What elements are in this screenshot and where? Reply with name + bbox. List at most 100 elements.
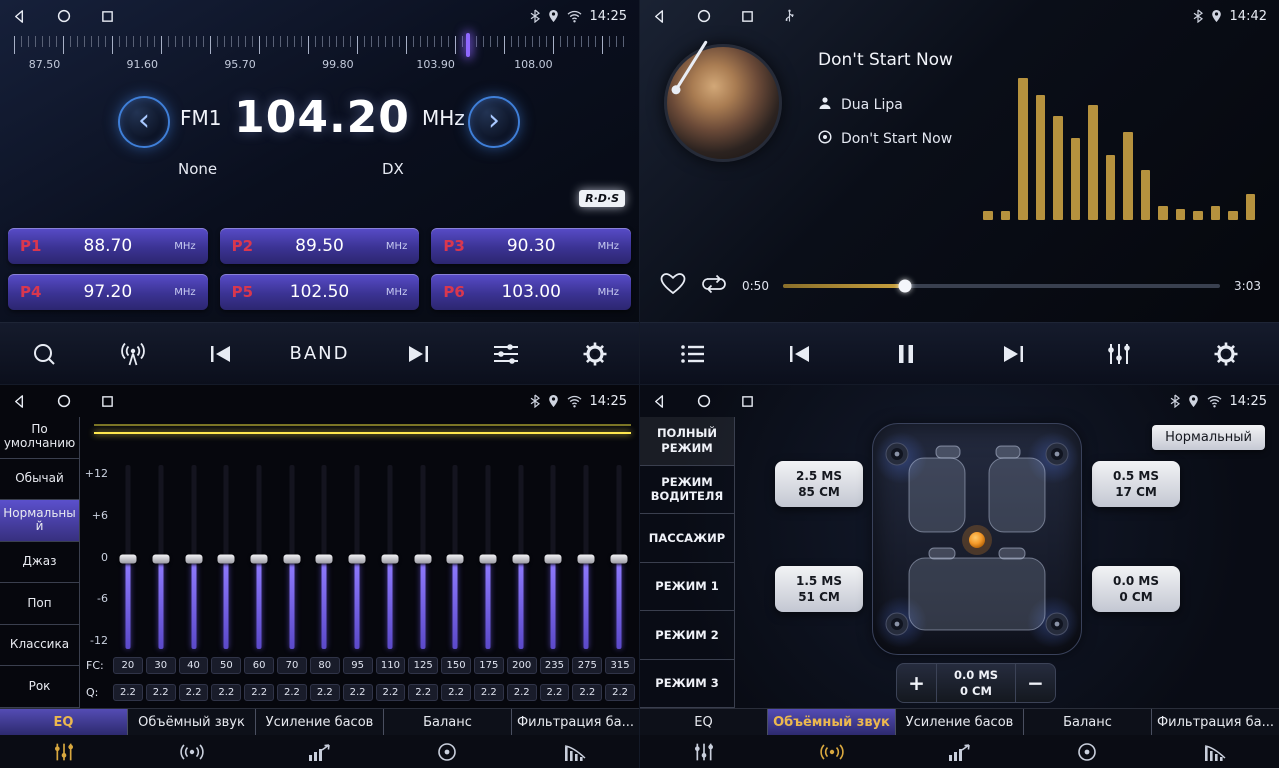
eq-tab-icon[interactable]	[0, 735, 128, 768]
delay-rear-left[interactable]: 1.5 MS 51 CM	[775, 566, 863, 612]
delay-plus-button[interactable]: +	[897, 664, 937, 702]
slider-thumb[interactable]	[316, 554, 333, 563]
eq-preset-pop[interactable]: Поп	[0, 583, 79, 625]
slider-thumb[interactable]	[414, 554, 431, 563]
recents-button[interactable]	[101, 10, 114, 23]
preset-button-p1[interactable]: P1 88.70 MHz	[8, 228, 208, 264]
equalizer-button[interactable]	[1099, 342, 1139, 366]
tab-surround[interactable]: Объёмный звук	[128, 709, 256, 735]
profile-button[interactable]: Нормальный	[1152, 425, 1265, 450]
pause-button[interactable]	[886, 343, 926, 365]
eq-band-slider[interactable]	[243, 465, 276, 649]
tune-down-button[interactable]: ‹	[118, 96, 170, 148]
frequency-ruler[interactable]: 87.50 91.60 95.70 99.80 103.90 108.00	[14, 36, 625, 76]
tab-bass-boost[interactable]: Усиление басов	[896, 709, 1024, 735]
slider-thumb[interactable]	[577, 554, 594, 563]
mode-driver[interactable]: РЕЖИМ ВОДИТЕЛЯ	[640, 466, 734, 515]
next-track-button[interactable]	[993, 343, 1033, 365]
album-art[interactable]	[664, 44, 782, 162]
delay-front-left[interactable]: 2.5 MS 85 CM	[775, 461, 863, 507]
slider-thumb[interactable]	[349, 554, 366, 563]
preset-button-p4[interactable]: P4 97.20 MHz	[8, 274, 208, 310]
audio-settings-button[interactable]	[486, 342, 526, 366]
filter-tab-icon[interactable]	[511, 735, 639, 768]
balance-tab-icon[interactable]	[383, 735, 511, 768]
tab-eq[interactable]: EQ	[640, 709, 768, 735]
home-button[interactable]	[697, 9, 711, 23]
favorite-button[interactable]	[660, 272, 686, 300]
slider-thumb[interactable]	[251, 554, 268, 563]
eq-band-slider[interactable]	[374, 465, 407, 649]
slider-thumb[interactable]	[120, 554, 137, 563]
eq-band-slider[interactable]	[439, 465, 472, 649]
playlist-button[interactable]	[673, 343, 713, 365]
slider-thumb[interactable]	[447, 554, 464, 563]
slider-thumb[interactable]	[610, 554, 627, 563]
eq-preset-classic[interactable]: Классика	[0, 625, 79, 667]
eq-band-slider[interactable]	[275, 465, 308, 649]
eq-tab-icon[interactable]	[640, 735, 768, 768]
home-button[interactable]	[57, 9, 71, 23]
delay-front-right[interactable]: 0.5 MS 17 CM	[1092, 461, 1180, 507]
bass-boost-tab-icon[interactable]	[896, 735, 1024, 768]
broadcast-antenna-button[interactable]	[113, 341, 153, 367]
eq-band-slider[interactable]	[145, 465, 178, 649]
eq-preset-rock[interactable]: Рок	[0, 666, 79, 708]
mode-passenger[interactable]: ПАССАЖИР	[640, 514, 734, 563]
delay-rear-right[interactable]: 0.0 MS 0 CM	[1092, 566, 1180, 612]
eq-band-slider[interactable]	[177, 465, 210, 649]
filter-tab-icon[interactable]	[1151, 735, 1279, 768]
slider-thumb[interactable]	[545, 554, 562, 563]
eq-preset-custom[interactable]: Обычай	[0, 459, 79, 501]
back-button[interactable]	[652, 9, 667, 24]
surround-tab-icon[interactable]	[768, 735, 896, 768]
tune-up-button[interactable]: ›	[468, 96, 520, 148]
delay-minus-button[interactable]: −	[1015, 664, 1055, 702]
slider-thumb[interactable]	[218, 554, 235, 563]
preset-button-p5[interactable]: P5 102.50 MHz	[220, 274, 420, 310]
eq-band-slider[interactable]	[308, 465, 341, 649]
eq-preset-normal[interactable]: Нормальный	[0, 500, 79, 542]
eq-preset-jazz[interactable]: Джаз	[0, 542, 79, 584]
eq-band-slider[interactable]	[472, 465, 505, 649]
settings-gear-button[interactable]	[575, 341, 615, 367]
tab-balance[interactable]: Баланс	[384, 709, 512, 735]
preset-button-p2[interactable]: P2 89.50 MHz	[220, 228, 420, 264]
next-station-button[interactable]	[398, 343, 438, 365]
tab-filter[interactable]: Фильтрация ба...	[1152, 709, 1279, 735]
back-button[interactable]	[652, 394, 667, 409]
mode-3[interactable]: РЕЖИМ 3	[640, 660, 734, 709]
slider-thumb[interactable]	[381, 554, 398, 563]
back-button[interactable]	[12, 9, 27, 24]
eq-band-slider[interactable]	[504, 465, 537, 649]
eq-band-slider[interactable]	[406, 465, 439, 649]
home-button[interactable]	[697, 394, 711, 408]
bass-boost-tab-icon[interactable]	[256, 735, 384, 768]
surround-tab-icon[interactable]	[128, 735, 256, 768]
settings-gear-button[interactable]	[1206, 341, 1246, 367]
eq-band-slider[interactable]	[570, 465, 603, 649]
eq-preset-default[interactable]: По умолчанию	[0, 417, 79, 459]
tab-filter[interactable]: Фильтрация ба...	[512, 709, 639, 735]
preset-button-p6[interactable]: P6 103.00 MHz	[431, 274, 631, 310]
recents-button[interactable]	[101, 395, 114, 408]
previous-station-button[interactable]	[201, 343, 241, 365]
scan-button[interactable]	[24, 341, 64, 367]
tab-eq[interactable]: EQ	[0, 709, 128, 735]
back-button[interactable]	[12, 394, 27, 409]
mode-2[interactable]: РЕЖИМ 2	[640, 611, 734, 660]
recents-button[interactable]	[741, 10, 754, 23]
eq-band-slider[interactable]	[537, 465, 570, 649]
slider-thumb[interactable]	[512, 554, 529, 563]
eq-band-slider[interactable]	[210, 465, 243, 649]
slider-thumb[interactable]	[153, 554, 170, 563]
eq-band-slider[interactable]	[341, 465, 374, 649]
mode-full[interactable]: ПОЛНЫЙ РЕЖИМ	[640, 417, 734, 466]
progress-slider[interactable]	[783, 284, 1220, 288]
previous-track-button[interactable]	[780, 343, 820, 365]
balance-tab-icon[interactable]	[1023, 735, 1151, 768]
progress-thumb[interactable]	[899, 280, 912, 293]
mode-1[interactable]: РЕЖИМ 1	[640, 563, 734, 612]
home-button[interactable]	[57, 394, 71, 408]
repeat-button[interactable]	[700, 273, 728, 299]
